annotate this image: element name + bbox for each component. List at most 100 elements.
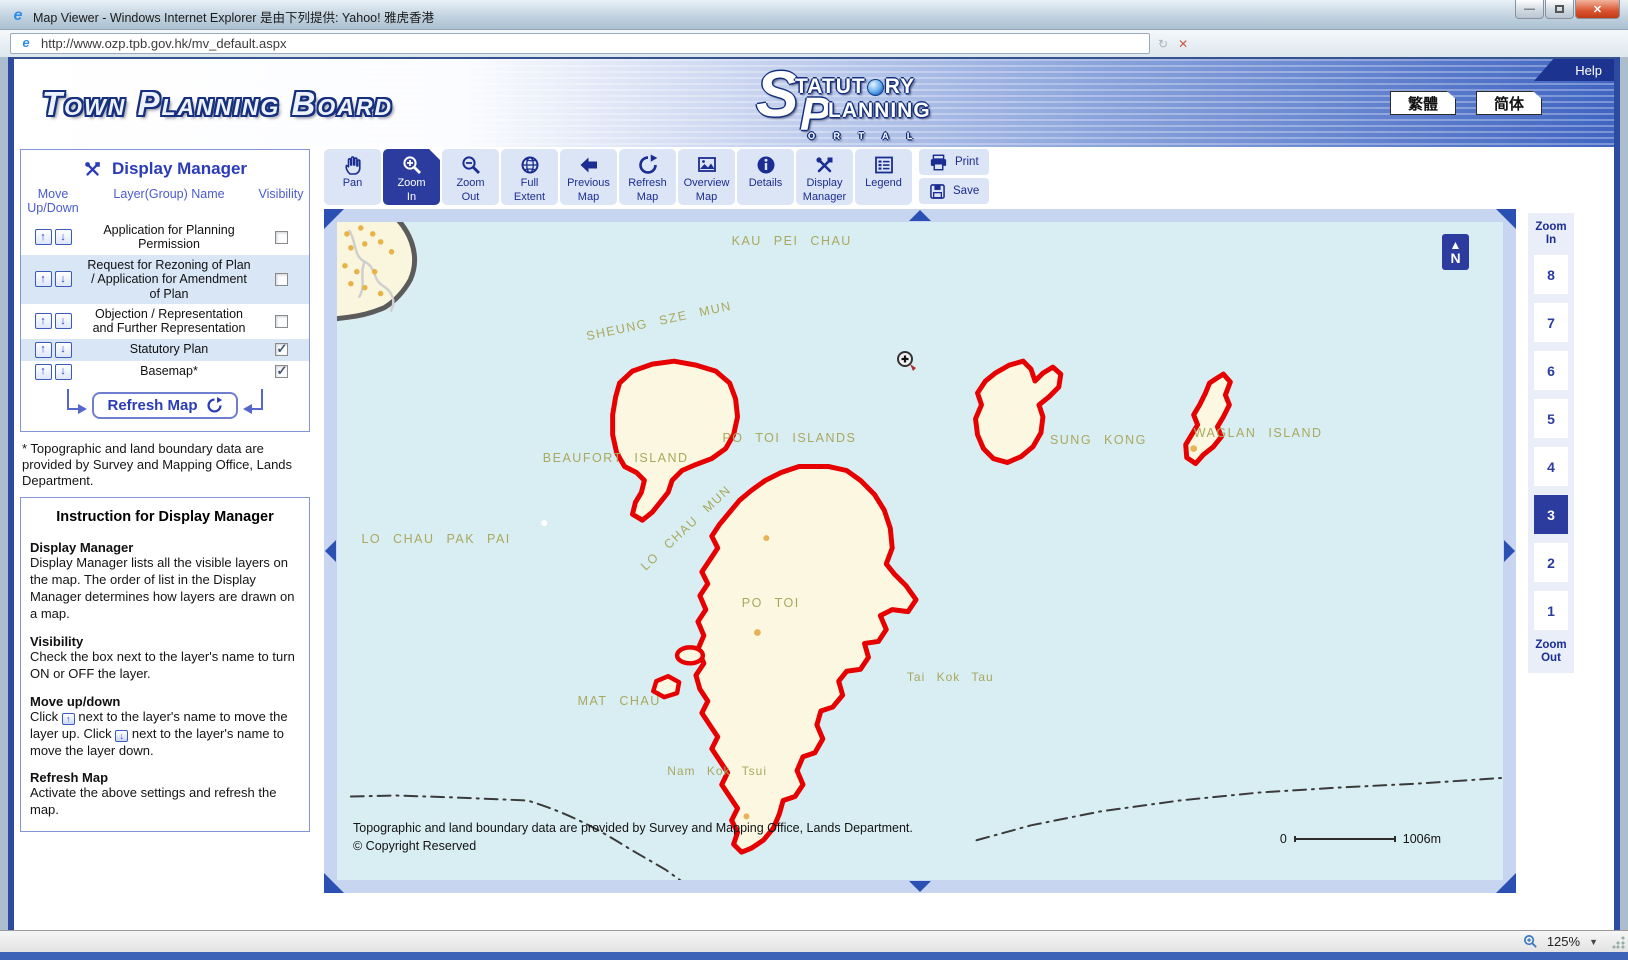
- map-frame: KAU PEI CHAU SHEUNG SZE MUN BEAUFORT ISL…: [324, 209, 1516, 893]
- layer-row: ↑ ↓ Statutory Plan: [21, 339, 309, 361]
- move-down-button[interactable]: ↓: [55, 229, 72, 245]
- move-up-button[interactable]: ↑: [35, 313, 52, 329]
- map-drawing: [337, 222, 1503, 880]
- pan-northwest-arrow[interactable]: [324, 209, 344, 229]
- zoom-level-3[interactable]: 3: [1534, 495, 1568, 534]
- map-place-label: MAT CHAU: [578, 694, 661, 708]
- globe-o-icon: [867, 79, 884, 96]
- map-place-label: PO TOI ISLANDS: [722, 431, 856, 445]
- islet: [677, 647, 703, 663]
- instruction-box: Instruction for Display Manager Display …: [20, 497, 310, 832]
- tool-legend[interactable]: Legend: [855, 149, 912, 205]
- window-title: Map Viewer - Windows Internet Explorer 是…: [33, 7, 434, 26]
- zoom-dropdown-caret-icon[interactable]: ▼: [1589, 937, 1598, 947]
- logo-word-portal: O R T A L: [808, 131, 920, 141]
- tool-details[interactable]: Details: [737, 149, 794, 205]
- layer-row: ↑ ↓ Request for Rezoning of Plan / Appli…: [21, 255, 309, 304]
- simplified-chinese-button[interactable]: 简体: [1476, 91, 1542, 115]
- rock-feature: [541, 520, 547, 526]
- help-tab[interactable]: Help: [1534, 59, 1614, 81]
- visibility-checkbox[interactable]: [275, 343, 288, 356]
- zoom-status-icon: [1523, 934, 1538, 949]
- map-toolbar: Pan ZoomIn: [324, 149, 1516, 205]
- pan-northeast-arrow[interactable]: [1496, 209, 1516, 229]
- close-button[interactable]: ✕: [1575, 0, 1620, 19]
- pan-south-arrow[interactable]: [909, 881, 931, 892]
- zoom-out-label[interactable]: Zoom Out: [1533, 639, 1569, 664]
- mini-down-arrow-icon: ↓: [115, 730, 128, 742]
- tool-zoom-in[interactable]: ZoomIn: [383, 149, 440, 205]
- tool-save[interactable]: Save: [919, 178, 989, 204]
- mini-up-arrow-icon: ↑: [62, 713, 75, 725]
- move-up-button[interactable]: ↑: [35, 229, 52, 245]
- zoom-level-8[interactable]: 8: [1534, 255, 1568, 294]
- move-down-button[interactable]: ↓: [55, 342, 72, 358]
- window-titlebar[interactable]: e Map Viewer - Windows Internet Explorer…: [0, 0, 1628, 30]
- move-up-button[interactable]: ↑: [35, 271, 52, 287]
- resize-grip[interactable]: [1612, 936, 1625, 949]
- po-toi-island: [696, 467, 916, 853]
- move-up-button[interactable]: ↑: [35, 364, 52, 380]
- pan-east-arrow[interactable]: [1504, 540, 1515, 562]
- tool-print[interactable]: Print: [919, 149, 989, 175]
- map-place-label: SUNG KONG: [1050, 433, 1147, 447]
- refresh-map-button[interactable]: Refresh Map: [92, 392, 237, 419]
- tool-pan[interactable]: Pan: [324, 149, 381, 205]
- statutory-planning-portal-logo: S TATUT RY P LANNING O R T A L: [756, 59, 936, 147]
- logo-letter-s: S: [756, 57, 799, 131]
- overview-map-icon: [696, 154, 718, 176]
- zoom-level-5[interactable]: 5: [1534, 399, 1568, 438]
- refresh-page-icon[interactable]: ↻: [1158, 37, 1168, 51]
- pan-southwest-arrow[interactable]: [324, 873, 344, 893]
- stop-icon[interactable]: ✕: [1178, 37, 1188, 51]
- visibility-checkbox[interactable]: [275, 315, 288, 328]
- tool-display-manager[interactable]: DisplayManager: [796, 149, 853, 205]
- refresh-icon: [206, 397, 223, 414]
- town-planning-board-logo: Town Planning Board: [42, 85, 393, 123]
- move-down-button[interactable]: ↓: [55, 313, 72, 329]
- map-place-label: WAGLAN ISLAND: [1194, 426, 1323, 440]
- url-box[interactable]: e http://www.ozp.tpb.gov.hk/mv_default.a…: [10, 33, 1150, 54]
- tool-overview-map[interactable]: OverviewMap: [678, 149, 735, 205]
- layer-table-header: Move Up/Down Layer(Group) Name Visibilit…: [21, 184, 309, 220]
- visibility-checkbox[interactable]: [275, 273, 288, 286]
- page-zoom-level[interactable]: 125%: [1547, 934, 1580, 949]
- visibility-checkbox[interactable]: [275, 231, 288, 244]
- move-down-button[interactable]: ↓: [55, 364, 72, 380]
- map-canvas[interactable]: KAU PEI CHAU SHEUNG SZE MUN BEAUFORT ISL…: [337, 222, 1503, 880]
- layer-row: ↑ ↓ Objection / Representation and Furth…: [21, 304, 309, 339]
- maximize-button[interactable]: [1545, 0, 1574, 19]
- tool-refresh-map[interactable]: RefreshMap: [619, 149, 676, 205]
- scale-line: [1294, 838, 1396, 840]
- move-up-button[interactable]: ↑: [35, 342, 52, 358]
- tool-full-extent[interactable]: FullExtent: [501, 149, 558, 205]
- map-place-label: LO CHAU PAK PAI: [361, 532, 510, 546]
- pan-west-arrow[interactable]: [325, 540, 336, 562]
- pan-southeast-arrow[interactable]: [1496, 873, 1516, 893]
- zoom-in-label[interactable]: Zoom In: [1533, 221, 1569, 246]
- info-icon: [755, 154, 777, 176]
- zoom-level-6[interactable]: 6: [1534, 351, 1568, 390]
- visibility-checkbox[interactable]: [275, 365, 288, 378]
- scale-bar: 0 1006m: [1280, 832, 1441, 846]
- traditional-chinese-button[interactable]: 繁體: [1390, 91, 1456, 115]
- pan-north-arrow[interactable]: [909, 210, 931, 221]
- browser-page: Town Planning Board S TATUT RY P LANNING…: [8, 57, 1620, 930]
- tool-previous-map[interactable]: PreviousMap: [560, 149, 617, 205]
- instruction-title: Instruction for Display Manager: [30, 504, 300, 529]
- decorative-arrow-left: [64, 387, 88, 419]
- minimize-button[interactable]: —: [1515, 0, 1544, 19]
- zoom-level-1[interactable]: 1: [1534, 591, 1568, 630]
- zoom-level-2[interactable]: 2: [1534, 543, 1568, 582]
- tool-zoom-out[interactable]: ZoomOut: [442, 149, 499, 205]
- zoom-level-4[interactable]: 4: [1534, 447, 1568, 486]
- zoom-in-icon: [401, 154, 423, 176]
- header-banner: Town Planning Board S TATUT RY P LANNING…: [14, 59, 1614, 147]
- move-down-button[interactable]: ↓: [55, 271, 72, 287]
- zoom-level-control: Zoom In 8 7 6 5 4 3 2 1 Zoom Out: [1528, 147, 1574, 673]
- minimize-icon: —: [1524, 3, 1535, 15]
- layer-row: ↑ ↓ Application for Planning Permission: [21, 220, 309, 255]
- decorative-arrow-right: [242, 387, 266, 419]
- zoom-level-7[interactable]: 7: [1534, 303, 1568, 342]
- browser-status-bar: 125% ▼: [0, 930, 1628, 952]
